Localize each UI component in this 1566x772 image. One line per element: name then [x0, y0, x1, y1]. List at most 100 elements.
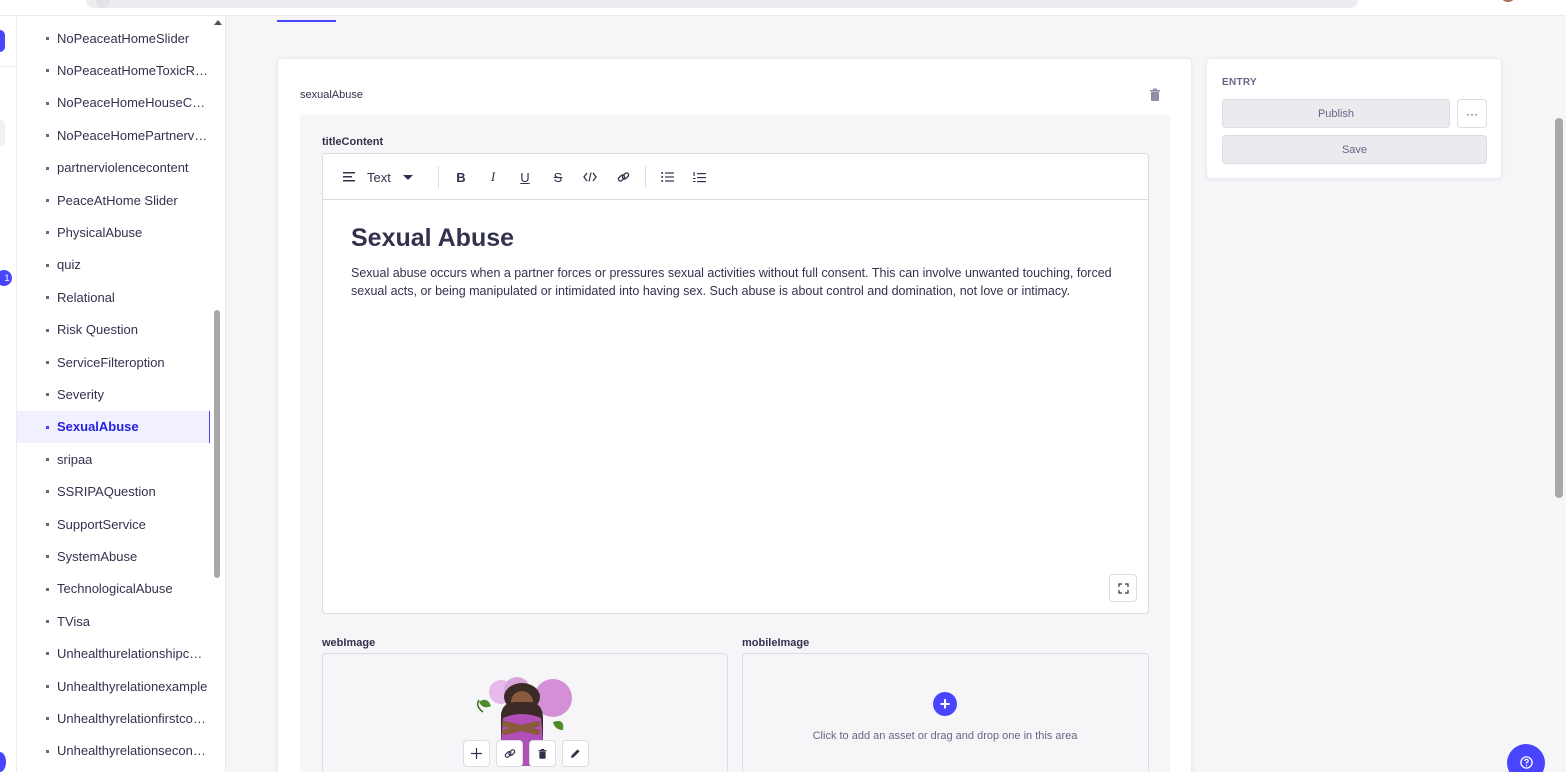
- sidebar-item[interactable]: SSRIPAQuestion: [17, 475, 210, 507]
- user-avatar[interactable]: [0, 752, 6, 772]
- expand-editor-button[interactable]: [1109, 574, 1137, 602]
- code-icon[interactable]: [580, 167, 600, 187]
- sidebar-item[interactable]: Severity: [17, 378, 210, 410]
- editor-content[interactable]: Sexual Abuse Sexual abuse occurs when a …: [351, 224, 1121, 300]
- scroll-up-arrow-icon[interactable]: [214, 20, 222, 25]
- page-scrollbar[interactable]: [1555, 118, 1563, 498]
- notification-badge: 1: [0, 270, 12, 286]
- web-image-field[interactable]: [322, 653, 728, 772]
- pencil-icon: [571, 749, 580, 758]
- sidebar-item-label: Unhealthyrelationsecond...: [57, 743, 209, 759]
- sidebar-item[interactable]: NoPeaceHomePartnerviol...: [17, 119, 210, 151]
- toolbar-divider: [645, 166, 646, 188]
- bullet-icon: [46, 69, 49, 73]
- toolbar-divider: [438, 166, 439, 188]
- sidebar-item-label: TVisa: [57, 613, 90, 629]
- expand-icon: [1117, 582, 1129, 594]
- add-asset-button[interactable]: [463, 740, 490, 767]
- plus-icon: [471, 748, 482, 759]
- help-button[interactable]: [1507, 744, 1545, 772]
- align-left-icon: [343, 172, 355, 182]
- main-nav: 1: [0, 16, 17, 772]
- bullet-icon: [46, 231, 49, 235]
- sidebar-item[interactable]: SupportService: [17, 508, 210, 540]
- sidebar-item[interactable]: TVisa: [17, 605, 210, 637]
- sidebar-item-label: sripaa: [57, 451, 93, 467]
- underline-icon[interactable]: U: [515, 167, 535, 187]
- bullet-icon: [46, 587, 49, 591]
- sidebar-item-label: Unhealthyrelationfirstcon...: [57, 710, 209, 726]
- sidebar-item[interactable]: NoPeaceHomeHouseCon...: [17, 87, 210, 119]
- browser-top-strip: [0, 0, 1566, 16]
- sidebar-item[interactable]: NoPeaceatHomeSlider: [17, 22, 210, 54]
- copy-link-button[interactable]: [496, 740, 523, 767]
- nav-item-content-manager[interactable]: [0, 120, 5, 146]
- asset-drop-hint: Click to add an asset or drag and drop o…: [812, 730, 1078, 742]
- trash-icon: [538, 748, 547, 759]
- sidebar-item-label: Severity: [57, 386, 104, 402]
- sidebar-item-label: Risk Question: [57, 322, 138, 338]
- publish-button[interactable]: Publish: [1222, 99, 1450, 128]
- edit-asset-button[interactable]: [562, 740, 589, 767]
- sidebar-item-label: NoPeaceHomePartnerviol...: [57, 127, 209, 143]
- bullet-icon: [46, 490, 49, 494]
- sidebar-item[interactable]: ServiceFilteroption: [17, 346, 210, 378]
- app-logo[interactable]: [0, 30, 5, 52]
- bullet-icon: [46, 749, 49, 753]
- bold-icon[interactable]: B: [451, 167, 471, 187]
- bullet-icon: [46, 652, 49, 656]
- collection-sidebar: NoPeaceatHomeSlider NoPeaceatHomeToxicRel…: [17, 16, 226, 772]
- content-heading: Sexual Abuse: [351, 224, 515, 252]
- nav-divider: [0, 66, 16, 67]
- sidebar-scroll-thumb[interactable]: [214, 310, 220, 578]
- sidebar-item-label: PeaceAtHome Slider: [57, 192, 178, 208]
- chevron-down-icon: [402, 174, 413, 180]
- strikethrough-icon[interactable]: S: [548, 167, 568, 187]
- rich-text-editor: Text B I U S Sexual Abuse Sexual abuse o…: [322, 153, 1149, 614]
- sidebar-item[interactable]: Unhealthyrelationexample: [17, 670, 210, 702]
- address-bar[interactable]: [86, 0, 1358, 8]
- sidebar-item-label: SupportService: [57, 516, 146, 532]
- bullet-icon: [46, 522, 49, 526]
- bullet-icon: [46, 684, 49, 688]
- bullet-icon: [46, 458, 49, 462]
- mobile-image-field[interactable]: + Click to add an asset or drag and drop…: [742, 653, 1149, 772]
- sidebar-item[interactable]: quiz: [17, 249, 210, 281]
- sidebar-item-label: PhysicalAbuse: [57, 225, 143, 241]
- sidebar-item[interactable]: Unhealthyrelationfirstcon...: [17, 702, 210, 734]
- italic-icon[interactable]: I: [483, 167, 503, 187]
- bullet-icon: [46, 166, 49, 170]
- bullet-list-icon[interactable]: [657, 167, 677, 187]
- web-image-label: webImage: [322, 637, 376, 649]
- numbered-list-icon[interactable]: [689, 167, 709, 187]
- bullet-icon: [46, 393, 49, 397]
- sidebar-item[interactable]: Unhealthurelationshipcon...: [17, 637, 210, 669]
- sidebar-item-label: SexualAbuse: [57, 419, 139, 435]
- sidebar-item[interactable]: Relational: [17, 281, 210, 313]
- sidebar-item-label: NoPeaceHomeHouseCon...: [57, 95, 209, 111]
- sidebar-item[interactable]: PeaceAtHome Slider: [17, 184, 210, 216]
- delete-asset-button[interactable]: [529, 740, 556, 767]
- delete-component-icon[interactable]: [1148, 88, 1162, 102]
- block-type-select[interactable]: Text: [343, 167, 413, 187]
- save-button[interactable]: Save: [1222, 135, 1487, 164]
- sidebar-item-label: SSRIPAQuestion: [57, 484, 156, 500]
- sidebar-item[interactable]: Unhealthyrelationsecond...: [17, 735, 210, 767]
- component-card: sexualAbuse titleContent Text B I U S Se…: [277, 58, 1192, 772]
- sidebar-item[interactable]: PhysicalAbuse: [17, 216, 210, 248]
- more-actions-button[interactable]: ···: [1457, 99, 1487, 128]
- link-icon[interactable]: [613, 167, 633, 187]
- sidebar-item-label: Unhealthurelationshipcon...: [57, 646, 209, 662]
- profile-avatar[interactable]: [1500, 0, 1516, 2]
- content-paragraph: Sexual abuse occurs when a partner force…: [351, 266, 1112, 298]
- asset-actions: [463, 740, 589, 767]
- add-asset-icon[interactable]: +: [933, 692, 957, 716]
- sidebar-item[interactable]: sripaa: [17, 443, 210, 475]
- sidebar-item[interactable]: SexualAbuse: [17, 410, 210, 444]
- sidebar-item[interactable]: SystemAbuse: [17, 540, 210, 572]
- sidebar-item-label: Relational: [57, 289, 115, 305]
- sidebar-item[interactable]: partnerviolencecontent: [17, 152, 210, 184]
- sidebar-item[interactable]: Risk Question: [17, 314, 210, 346]
- sidebar-item[interactable]: TechnologicalAbuse: [17, 573, 210, 605]
- sidebar-item[interactable]: NoPeaceatHomeToxicRela...: [17, 54, 210, 86]
